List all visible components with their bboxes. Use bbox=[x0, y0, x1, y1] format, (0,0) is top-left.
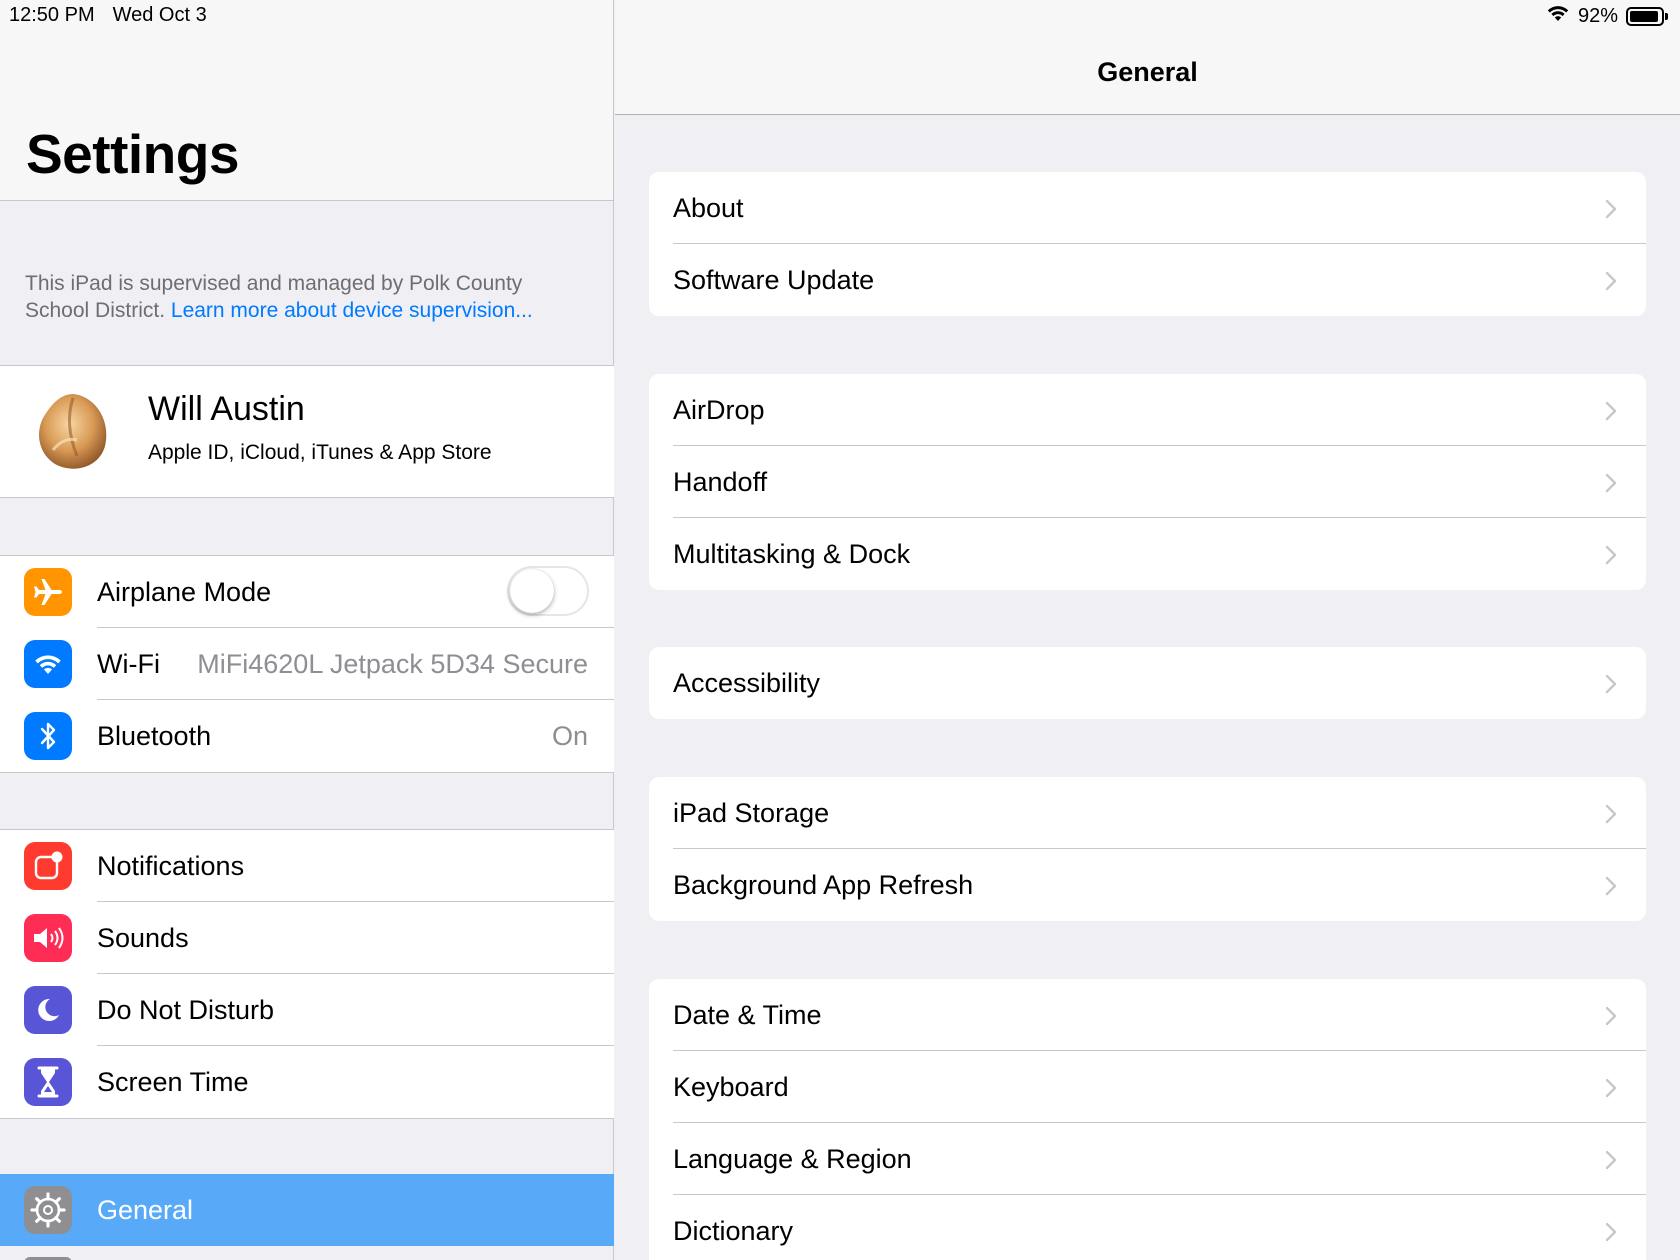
wifi-network-name: MiFi4620L Jetpack 5D34 Secure bbox=[197, 648, 588, 679]
settings-row-multitasking-dock[interactable]: Multitasking & Dock bbox=[649, 518, 1646, 590]
chevron-right-icon bbox=[1605, 674, 1617, 694]
settings-card: Date & Time Keyboard Language & Region D… bbox=[649, 979, 1646, 1260]
settings-card: Accessibility bbox=[649, 647, 1646, 719]
bluetooth-icon bbox=[24, 712, 72, 760]
detail-title: General bbox=[1097, 57, 1198, 87]
sidebar-item-wifi[interactable]: Wi-Fi MiFi4620L Jetpack 5D34 Secure bbox=[0, 628, 614, 700]
wifi-status-icon bbox=[1546, 4, 1570, 28]
airplane-mode-toggle[interactable] bbox=[507, 566, 589, 616]
page-title: Settings bbox=[26, 123, 239, 185]
settings-row-language-region[interactable]: Language & Region bbox=[649, 1123, 1646, 1195]
sidebar-item-label: Notifications bbox=[97, 850, 245, 881]
avatar bbox=[33, 390, 111, 474]
settings-row-label: Handoff bbox=[673, 466, 768, 497]
chevron-right-icon bbox=[1605, 271, 1617, 291]
settings-row-label: Software Update bbox=[673, 264, 875, 295]
settings-row-label: Language & Region bbox=[673, 1143, 912, 1174]
status-bar-right: 92% bbox=[1546, 4, 1668, 28]
settings-row-background-app-refresh[interactable]: Background App Refresh bbox=[649, 849, 1646, 921]
settings-row-dictionary[interactable]: Dictionary bbox=[649, 1195, 1646, 1260]
chevron-right-icon bbox=[1605, 804, 1617, 824]
profile-subtitle: Apple ID, iCloud, iTunes & App Store bbox=[148, 441, 492, 464]
settings-row-label: AirDrop bbox=[673, 394, 765, 425]
sidebar-item-label: Airplane Mode bbox=[97, 576, 272, 607]
notifications-group: Notifications Sounds Do Not Disturb Scre… bbox=[0, 829, 614, 1119]
settings-row-label: Date & Time bbox=[673, 999, 822, 1030]
settings-row-label: About bbox=[673, 192, 744, 223]
chevron-right-icon bbox=[1605, 1222, 1617, 1242]
sidebar-item-label: Wi-Fi bbox=[97, 648, 160, 679]
navigation-bar: General bbox=[615, 0, 1680, 115]
chevron-right-icon bbox=[1605, 876, 1617, 896]
settings-card: About Software Update bbox=[649, 172, 1646, 316]
moon-icon bbox=[24, 986, 72, 1034]
settings-row-airdrop[interactable]: AirDrop bbox=[649, 374, 1646, 446]
sidebar-item-screen-time[interactable]: Screen Time bbox=[0, 1046, 614, 1118]
settings-row-date-time[interactable]: Date & Time bbox=[649, 979, 1646, 1051]
settings-row-handoff[interactable]: Handoff bbox=[649, 446, 1646, 518]
settings-row-label: Background App Refresh bbox=[673, 869, 974, 900]
settings-row-software-update[interactable]: Software Update bbox=[649, 244, 1646, 316]
status-date: Wed Oct 3 bbox=[112, 4, 207, 26]
airplane-icon bbox=[24, 568, 72, 616]
chevron-right-icon bbox=[1605, 199, 1617, 219]
sidebar-item-general[interactable]: General bbox=[0, 1174, 614, 1246]
supervision-learn-more-link[interactable]: Learn more about device supervision... bbox=[171, 299, 533, 322]
sidebar-item-label: Bluetooth bbox=[97, 720, 212, 751]
chevron-right-icon bbox=[1605, 1078, 1617, 1098]
sidebar-item-label: Screen Time bbox=[97, 1066, 249, 1097]
settings-row-label: Multitasking & Dock bbox=[673, 538, 911, 569]
apple-id-profile-row[interactable]: Will Austin Apple ID, iCloud, iTunes & A… bbox=[0, 365, 614, 498]
ipad-screen: 12:50 PM Wed Oct 3 92% Settings This iPa… bbox=[0, 0, 1680, 1260]
settings-row-label: Accessibility bbox=[673, 667, 821, 698]
battery-percent: 92% bbox=[1577, 4, 1618, 27]
gear-icon bbox=[24, 1186, 72, 1234]
settings-card: iPad Storage Background App Refresh bbox=[649, 777, 1646, 921]
battery-icon bbox=[1626, 6, 1668, 26]
settings-header: Settings bbox=[0, 0, 613, 201]
sidebar-item-do-not-disturb[interactable]: Do Not Disturb bbox=[0, 974, 614, 1046]
sidebar-item-notifications[interactable]: Notifications bbox=[0, 830, 614, 902]
hourglass-icon bbox=[24, 1058, 72, 1106]
settings-row-accessibility[interactable]: Accessibility bbox=[649, 647, 1646, 719]
sidebar-item-label: Do Not Disturb bbox=[97, 994, 275, 1025]
sidebar-item-label: Sounds bbox=[97, 922, 189, 953]
bluetooth-status: On bbox=[551, 720, 588, 751]
settings-row-label: Keyboard bbox=[673, 1071, 789, 1102]
status-time: 12:50 PM bbox=[9, 4, 95, 26]
settings-row-about[interactable]: About bbox=[649, 172, 1646, 244]
sidebar-item-airplane-mode[interactable]: Airplane Mode bbox=[0, 556, 614, 628]
chevron-right-icon bbox=[1605, 1006, 1617, 1026]
sidebar-item-label: General bbox=[97, 1194, 194, 1225]
speaker-icon bbox=[24, 914, 72, 962]
settings-row-ipad-storage[interactable]: iPad Storage bbox=[649, 777, 1646, 849]
settings-card: AirDrop Handoff Multitasking & Dock bbox=[649, 374, 1646, 590]
wifi-icon bbox=[24, 640, 72, 688]
settings-row-label: Dictionary bbox=[673, 1215, 794, 1246]
chevron-right-icon bbox=[1605, 473, 1617, 493]
chevron-right-icon bbox=[1605, 545, 1617, 565]
notifications-icon bbox=[24, 842, 72, 890]
sidebar-item-bluetooth[interactable]: Bluetooth On bbox=[0, 700, 614, 772]
supervision-notice: This iPad is supervised and managed by P… bbox=[25, 270, 585, 324]
settings-row-keyboard[interactable]: Keyboard bbox=[649, 1051, 1646, 1123]
profile-name: Will Austin bbox=[148, 390, 305, 428]
general-detail-pane: General About Software Update AirDrop Ha… bbox=[615, 0, 1680, 1260]
chevron-right-icon bbox=[1605, 401, 1617, 421]
connectivity-group: Airplane Mode Wi-Fi MiFi4620L Jetpack 5D… bbox=[0, 555, 614, 773]
settings-row-label: iPad Storage bbox=[673, 797, 830, 828]
sidebar-item-sounds[interactable]: Sounds bbox=[0, 902, 614, 974]
settings-sidebar: Settings This iPad is supervised and man… bbox=[0, 0, 614, 1260]
status-bar-left: 12:50 PM Wed Oct 3 bbox=[9, 4, 207, 27]
chevron-right-icon bbox=[1605, 1150, 1617, 1170]
